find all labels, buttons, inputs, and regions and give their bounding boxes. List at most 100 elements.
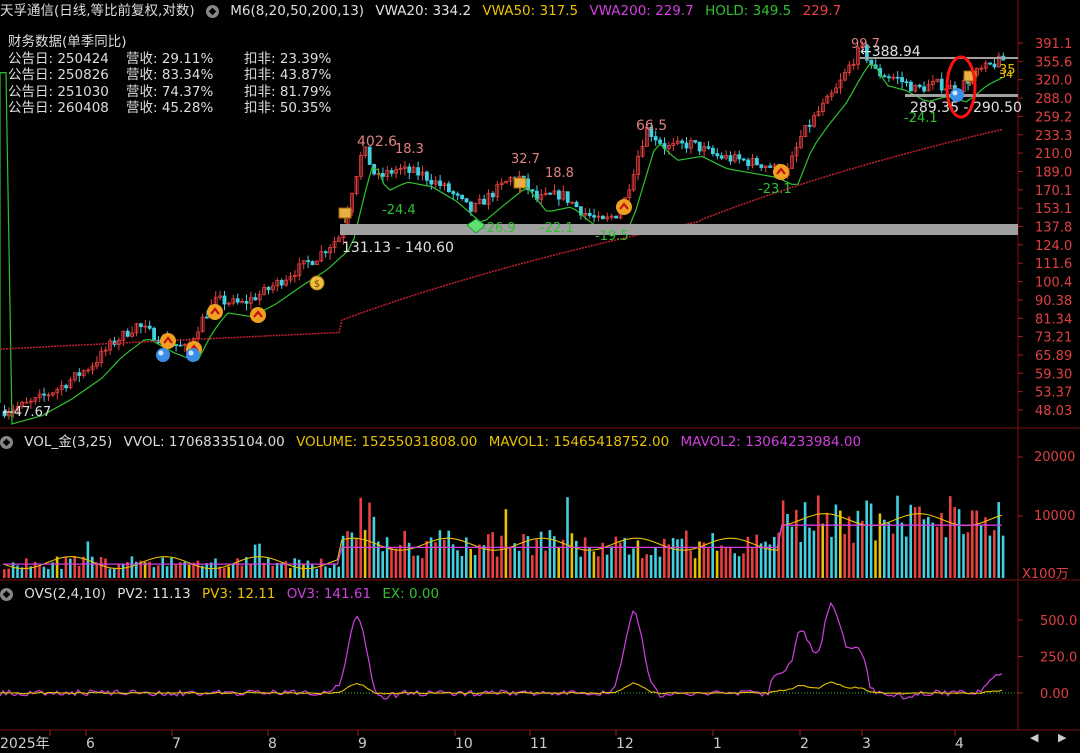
candle-body [565, 191, 570, 203]
scroll-right-button[interactable]: ▶ [1058, 731, 1066, 744]
volume-bar [77, 565, 81, 578]
volume-axis-label: 10000 [1034, 509, 1075, 524]
volume-bar [927, 517, 930, 578]
volume-bar [394, 548, 398, 578]
volume-bar [42, 566, 46, 578]
volume-bar [302, 564, 305, 578]
volume-bar [11, 562, 15, 578]
candle-body [939, 78, 944, 91]
candle-body [490, 192, 495, 198]
volume-bar [60, 568, 63, 578]
option-icon[interactable]: ◆ [0, 587, 13, 601]
candle-body [658, 139, 662, 144]
x-axis-label: 8 [268, 736, 277, 752]
volume-bar [759, 543, 763, 578]
volume-bar [363, 530, 367, 578]
candle-body [746, 159, 750, 166]
volume-bar [47, 569, 50, 578]
volume-bar [795, 509, 798, 578]
candle-body [614, 215, 618, 219]
candle-body [807, 124, 812, 127]
candle-body [895, 76, 900, 79]
volume-bar [438, 530, 442, 578]
volume-bar [165, 566, 169, 578]
annotation-rebound: 18.3 [395, 142, 424, 157]
volume-bar [579, 556, 582, 578]
volume-bar [297, 559, 301, 578]
volume-bar [245, 557, 248, 578]
volume-bar [997, 502, 1000, 578]
candle-body [152, 327, 157, 341]
volume-bar [456, 550, 459, 578]
vol-name: VOL_金(3,25) [24, 434, 113, 450]
volume-bar [289, 568, 292, 578]
ov3-label: OV3: 141.61 [286, 586, 372, 602]
volume-bar [333, 564, 336, 578]
ovs-axis-label: 0.00 [1040, 687, 1069, 702]
volume-bar [328, 567, 332, 578]
candle-body [235, 298, 240, 303]
volume-bar [152, 567, 156, 578]
pv2-label: PV2: 11.13 [117, 586, 191, 602]
volume-bar [526, 536, 530, 578]
volume-bar [187, 565, 191, 578]
x-axis-label: 10 [455, 736, 473, 752]
x-axis-label: 1 [713, 736, 722, 752]
price-axis-label: 153.1 [1035, 202, 1072, 217]
volume-bar [99, 557, 103, 578]
volume-bar [429, 537, 433, 578]
volume-bar [473, 555, 477, 578]
volume-bar [368, 502, 371, 578]
volume-bar [671, 537, 675, 578]
price-axis-label: 111.6 [1035, 257, 1072, 272]
volume-bar [82, 556, 85, 578]
volume-bar [412, 555, 415, 578]
scroll-left-button[interactable]: ◀ [1030, 731, 1038, 744]
volume-bar [821, 523, 824, 578]
price-axis-label: 90.38 [1035, 294, 1072, 309]
volume-bar [680, 538, 684, 578]
volume-bar [280, 563, 283, 578]
volume-bar [715, 550, 719, 578]
volume-bar [931, 522, 934, 578]
volume-bar [883, 519, 886, 578]
chart-svg[interactable]: 391.1 355.6 320.0 288.0 259.2 233.3 210.0 189.0… [0, 0, 1080, 753]
candle-body [711, 147, 715, 155]
pv3-line [0, 681, 1003, 695]
volume-bar [306, 560, 310, 578]
ovs-header: ◆ OVS(2,4,10) PV2: 11.13 PV3: 12.11 OV3:… [0, 583, 446, 605]
volume-bar [223, 567, 226, 578]
volume-bar [196, 560, 200, 578]
price-axis-label: 355.6 [1035, 55, 1072, 70]
stock-chart-window[interactable]: 天孚通信(日线,等比前复权,对数) ◆ M6(8,20,50,200,13) V… [0, 0, 1080, 753]
volume-bar [262, 562, 266, 578]
price-axis-label: 65.89 [1035, 349, 1072, 364]
hold-line [0, 62, 1003, 425]
up-arrow-badge-icon [250, 307, 266, 323]
volume-bar [966, 532, 970, 578]
price-axis-label: 210.0 [1035, 147, 1072, 162]
up-arrow-badge-icon [616, 199, 632, 215]
volume-bar [993, 530, 996, 578]
volume-bar [117, 564, 120, 578]
volume-bar [944, 537, 948, 578]
volume-bar [544, 550, 547, 578]
volume-bar [381, 551, 384, 578]
up-arrow-badge-icon [773, 164, 789, 180]
annotation-rebound: 32.7 [511, 152, 540, 167]
option-icon[interactable]: ◆ [0, 435, 13, 449]
candle-body [222, 295, 227, 305]
candle-body [455, 193, 460, 196]
volume-bar [861, 520, 864, 578]
volume-bar [922, 519, 926, 578]
volume-bar [773, 537, 776, 578]
volume-bar [258, 543, 261, 578]
volume-bar [627, 554, 631, 578]
up-arrow-badge-icon [160, 333, 176, 349]
candle-body [429, 179, 434, 185]
volume-bar [979, 525, 983, 578]
candle-body [719, 155, 724, 159]
candle-body [380, 173, 385, 177]
candle-body [482, 198, 487, 205]
x-axis-label: 7 [172, 736, 181, 752]
